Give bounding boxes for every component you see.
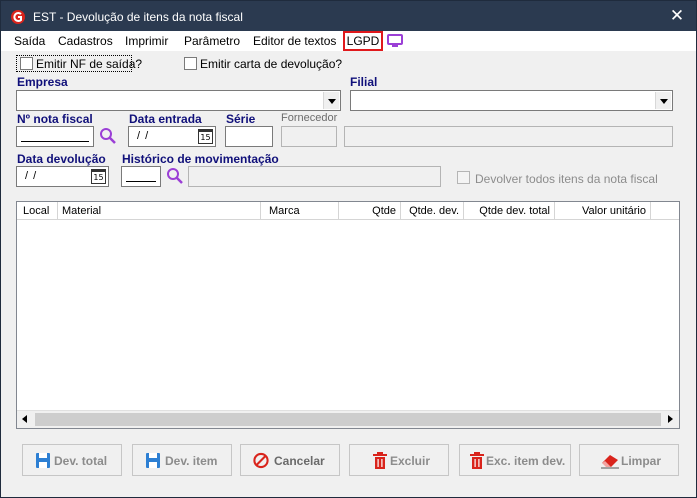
dev-total-button[interactable]: Dev. total [22, 444, 122, 476]
data-entrada-input[interactable]: / / 15 [128, 126, 216, 147]
dev-item-button[interactable]: Dev. item [132, 444, 232, 476]
date-placeholder: / / [137, 130, 150, 142]
scroll-right-icon[interactable] [662, 411, 679, 428]
fornecedor-label: Fornecedor [281, 112, 338, 124]
cancel-icon [253, 452, 269, 469]
historico-code-input[interactable] [121, 166, 161, 187]
title-bar: EST - Devolução de itens da nota fiscal … [1, 1, 696, 31]
monitor-icon[interactable] [387, 34, 403, 48]
excluir-label: Excluir [390, 454, 431, 468]
search-icon[interactable] [99, 127, 117, 145]
emitir-nf-checkbox[interactable] [20, 57, 33, 70]
column-header-local[interactable]: Local [17, 202, 58, 220]
close-button[interactable]: ✕ [666, 6, 688, 26]
serie-input[interactable] [225, 126, 273, 147]
limpar-button[interactable]: Limpar [579, 444, 679, 476]
menu-lgpd[interactable]: LGPD [343, 31, 383, 51]
data-entrada-label: Data entrada [129, 112, 202, 126]
menu-saida[interactable]: Saída [14, 34, 45, 48]
date-placeholder: / / [25, 170, 38, 182]
devolver-todos-label: Devolver todos itens da nota fiscal [475, 172, 658, 186]
fornecedor-code-field [281, 126, 337, 147]
dev-item-label: Dev. item [165, 454, 218, 468]
chevron-down-icon[interactable] [655, 92, 671, 109]
filial-label: Filial [350, 75, 378, 89]
eraser-icon [601, 455, 619, 469]
column-header-valor-unitario[interactable]: Valor unitário [555, 202, 651, 220]
menu-cadastros[interactable]: Cadastros [58, 34, 113, 48]
menu-parametro[interactable]: Parâmetro [184, 34, 240, 48]
main-window: EST - Devolução de itens da nota fiscal … [0, 0, 697, 498]
emitir-nf-label: Emitir NF de saída? [36, 57, 143, 71]
exc-item-dev-label: Exc. item dev. [486, 454, 566, 468]
save-icon [146, 453, 160, 468]
serie-label: Série [226, 112, 256, 126]
items-grid[interactable]: Local Material Marca Qtde Qtde. dev. Qtd… [16, 201, 680, 429]
empresa-label: Empresa [17, 75, 68, 89]
cancelar-button[interactable]: Cancelar [240, 444, 340, 476]
cancelar-label: Cancelar [274, 454, 325, 468]
historico-label: Histórico de movimentação [122, 152, 279, 166]
trash-icon [373, 452, 387, 469]
scroll-thumb[interactable] [35, 413, 661, 426]
menu-editor-de-textos[interactable]: Editor de textos [253, 34, 336, 48]
window-title: EST - Devolução de itens da nota fiscal [33, 10, 243, 24]
historico-description-field [188, 166, 441, 187]
trash-icon [470, 452, 484, 469]
devolver-todos-checkbox [457, 171, 470, 184]
data-devolucao-input[interactable]: / / 15 [16, 166, 109, 187]
save-icon [36, 453, 50, 468]
column-header-qtde-dev-total[interactable]: Qtde dev. total [464, 202, 555, 220]
exc-item-dev-button[interactable]: Exc. item dev. [459, 444, 571, 476]
horizontal-scrollbar[interactable] [17, 410, 679, 428]
input-mask [126, 181, 156, 182]
column-header-qtde[interactable]: Qtde [339, 202, 401, 220]
calendar-icon[interactable]: 15 [91, 169, 106, 184]
filial-combo[interactable] [350, 90, 673, 111]
column-header-marca[interactable]: Marca [261, 202, 339, 220]
app-logo-icon [11, 10, 25, 24]
data-devolucao-label: Data devolução [17, 152, 106, 166]
limpar-label: Limpar [621, 454, 662, 468]
chevron-down-icon[interactable] [323, 92, 339, 109]
input-mask [21, 141, 89, 142]
menu-bar: Saída Cadastros Imprimir Parâmetro Edito… [1, 31, 696, 51]
dev-total-label: Dev. total [54, 454, 108, 468]
scroll-left-icon[interactable] [17, 411, 34, 428]
empresa-combo[interactable] [16, 90, 341, 111]
emitir-carta-checkbox[interactable] [184, 57, 197, 70]
column-header-material[interactable]: Material [58, 202, 261, 220]
column-header-qtde-dev[interactable]: Qtde. dev. [401, 202, 464, 220]
nota-fiscal-label: Nº nota fiscal [17, 112, 93, 126]
search-icon[interactable] [166, 167, 184, 185]
grid-header: Local Material Marca Qtde Qtde. dev. Qtd… [17, 202, 679, 220]
menu-imprimir[interactable]: Imprimir [125, 34, 168, 48]
excluir-button[interactable]: Excluir [349, 444, 449, 476]
emitir-carta-label: Emitir carta de devolução? [200, 57, 343, 71]
fornecedor-name-field [344, 126, 673, 147]
calendar-icon[interactable]: 15 [198, 129, 213, 144]
nota-fiscal-input[interactable] [16, 126, 94, 147]
